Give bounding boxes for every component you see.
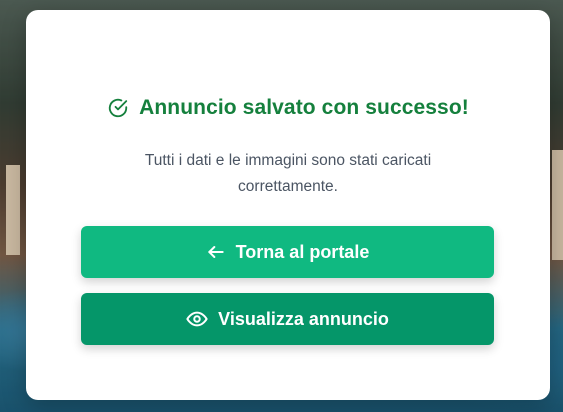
dialog-message: Tutti i dati e le immagini sono stati ca… — [144, 152, 432, 195]
success-dialog: Annuncio salvato con successo! Tutti i d… — [26, 10, 550, 400]
background-photo: Annuncio salvato con successo! Tutti i d… — [0, 0, 563, 412]
dialog-header: Annuncio salvato con successo! — [26, 96, 550, 120]
background-pillar — [552, 150, 563, 260]
dialog-title: Annuncio salvato con successo! — [139, 96, 469, 119]
background-pillar — [6, 165, 20, 255]
view-button-label: Visualizza annuncio — [218, 308, 389, 329]
eye-icon — [186, 308, 208, 330]
view-listing-button[interactable]: Visualizza annuncio — [81, 293, 494, 345]
arrow-left-icon — [206, 242, 226, 262]
check-circle-icon — [107, 97, 129, 119]
back-button-label: Torna al portale — [235, 241, 370, 262]
back-to-portal-button[interactable]: Torna al portale — [81, 226, 494, 278]
